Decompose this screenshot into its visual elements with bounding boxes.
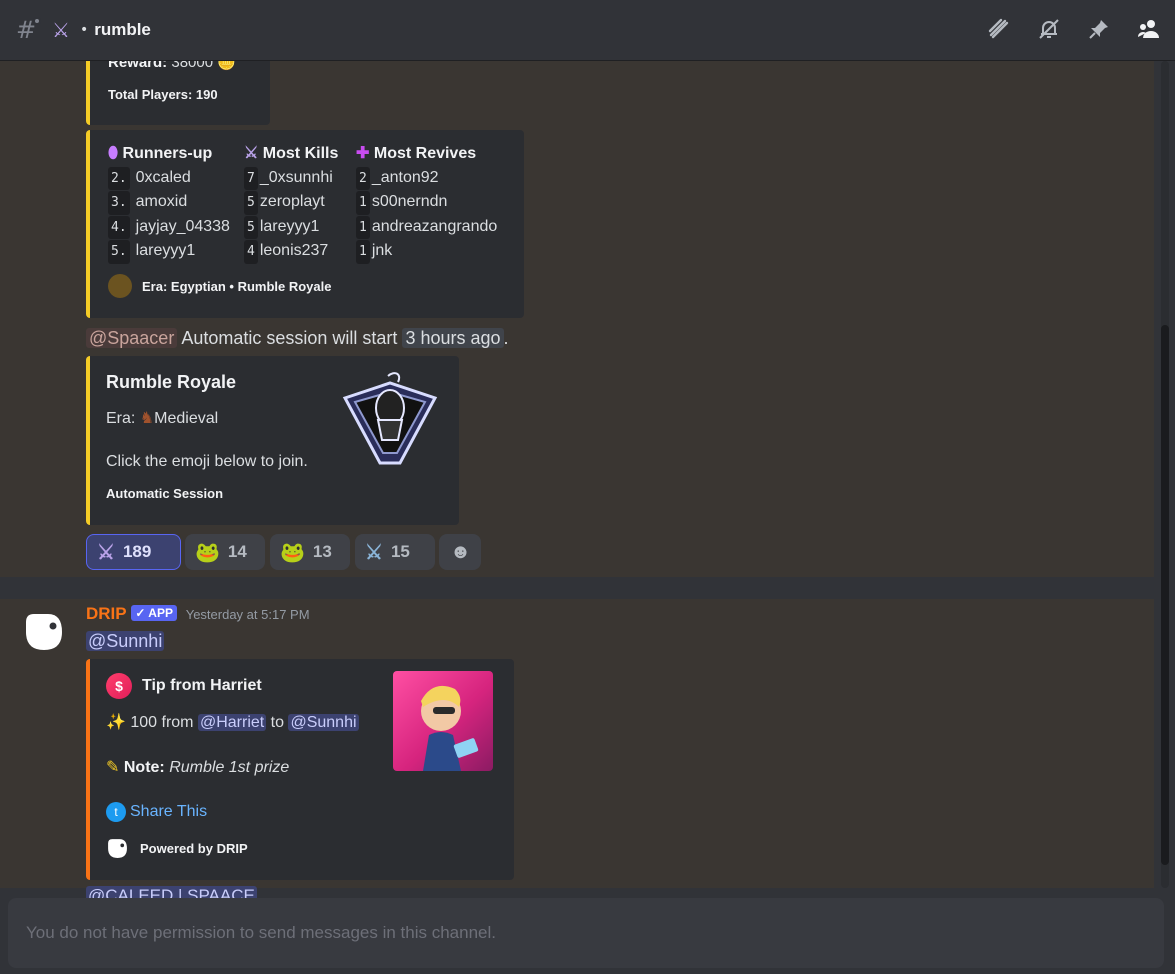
list-item: 5 zeroplayt — [244, 190, 338, 215]
swords-icon: ⚔ — [365, 541, 383, 564]
swords-icon: ⚔ — [244, 145, 259, 162]
list-item: 1 s00nerndn — [356, 190, 497, 215]
share-link[interactable]: t Share This — [106, 802, 207, 822]
twitter-icon: t — [106, 802, 126, 822]
embed-author: $ Tip from Harriet — [106, 673, 262, 699]
results-footer: Era: Egyptian • Rumble Royale — [108, 274, 331, 298]
smiley-icon: ☻ — [450, 540, 472, 563]
message-content: @Sunnhi — [86, 631, 165, 652]
crossed-swords-icon: ⚔ — [52, 18, 70, 42]
message-timestamp: Yesterday at 5:17 PM — [185, 607, 310, 622]
list-item: 5. lareyyy1 — [108, 239, 230, 264]
avatar[interactable] — [22, 610, 64, 652]
author-name[interactable]: DRIP — [86, 604, 127, 623]
user-mention[interactable]: @Sunnhi — [288, 714, 359, 731]
scrollbar-thumb[interactable] — [1161, 325, 1169, 865]
plus-icon: ✚ — [356, 145, 370, 162]
relative-timestamp[interactable]: 3 hours ago — [402, 328, 504, 348]
channel-name: rumble — [94, 20, 151, 39]
embed-title: Rumble Royale — [106, 372, 237, 392]
threads-icon[interactable] — [987, 17, 1011, 41]
total-players: Total Players: 190 — [108, 87, 218, 102]
next-message-mention: @CALEED | SPAACE — [86, 886, 257, 898]
channel-header: # ⚔ • rumble — [0, 0, 1175, 61]
member-list-icon[interactable] — [1137, 17, 1161, 41]
tip-embed: $ Tip from Harriet ✨ 100 from @Harriet t… — [86, 659, 514, 880]
era-line: Era: ♞Medieval — [106, 410, 219, 427]
reaction-swords-189[interactable]: ⚔ 189 — [86, 534, 181, 570]
results-embed: ⬮ Runners-up 2. 0xcaled 3. amoxid 4. jayjay… — [86, 130, 524, 318]
frog-icon: 🐸 — [280, 541, 305, 564]
runners-up-column: ⬮ Runners-up 2. 0xcaled 3. amoxid 4. jayjay… — [108, 142, 230, 264]
channel-separator: • — [79, 22, 89, 38]
notification-muted-icon[interactable] — [1037, 17, 1061, 41]
message-composer[interactable]: You do not have permission to send messa… — [8, 898, 1164, 968]
session-embed: Rumble Royale Era: ♞Medieval Click the e… — [86, 356, 459, 525]
list-item: 2. 0xcaled — [108, 166, 230, 190]
user-mention[interactable]: @Sunnhi — [86, 631, 165, 651]
tip-thumbnail — [393, 671, 493, 771]
frog-icon: 🐸 — [195, 541, 220, 564]
user-mention[interactable]: @Spaacer — [86, 328, 178, 348]
reaction-swords-15[interactable]: ⚔ 15 — [355, 534, 435, 570]
session-message: @Spaacer Automatic session will start 3 … — [86, 328, 509, 349]
message-header: DRIP ✓ APP Yesterday at 5:17 PM — [86, 604, 310, 624]
list-item: 5 lareyyy1 — [244, 215, 338, 239]
tip-line: ✨ 100 from @Harriet to @Sunnhi — [106, 714, 359, 731]
embed-footer: Powered by DRIP — [106, 837, 248, 859]
most-revives-column: ✚ Most Revives 2 _anton92 1 s00nerndn 1 and… — [356, 142, 497, 264]
horse-icon: ♞ — [139, 410, 155, 427]
pin-icon[interactable] — [1087, 17, 1111, 41]
list-item: 2 _anton92 — [356, 166, 497, 190]
list-item: 1 andreazangrando — [356, 215, 497, 239]
embed-footer: Automatic Session — [106, 486, 224, 501]
list-item: 7 _0xsunnhi — [244, 166, 338, 190]
reaction-frog-14[interactable]: 🐸 14 — [185, 534, 265, 570]
add-reaction-button[interactable]: ☻ — [439, 534, 481, 570]
list-item: 4 leonis237 — [244, 239, 338, 264]
note-line: ✎ Note: Rumble 1st prize — [106, 759, 290, 776]
list-item: 1 jnk — [356, 239, 497, 264]
list-item: 3. amoxid — [108, 190, 230, 215]
drip-logo-icon — [108, 839, 127, 858]
composer-placeholder: You do not have permission to send messa… — [26, 923, 496, 942]
rumble-royale-logo — [340, 368, 440, 468]
message-divider — [0, 577, 1154, 599]
tip-author-icon: $ — [106, 673, 132, 699]
channel-hash-icon: # — [16, 16, 42, 44]
app-badge: ✓ APP — [131, 605, 177, 621]
join-instruction: Click the emoji below to join. — [106, 453, 308, 470]
crossed-swords-icon: ⚔ — [97, 541, 115, 564]
pharaoh-icon — [108, 274, 132, 298]
pencil-icon: ✎ — [106, 759, 120, 776]
header-toolbar — [987, 17, 1161, 41]
gem-icon: ⬮ — [108, 145, 119, 162]
most-kills-column: ⚔ Most Kills 7 _0xsunnhi 5 zeroplayt 5 lare… — [244, 142, 338, 264]
list-item: 4. jayjay_04338 — [108, 215, 230, 239]
user-mention[interactable]: @Harriet — [197, 714, 267, 731]
reaction-frog-13[interactable]: 🐸 13 — [270, 534, 350, 570]
